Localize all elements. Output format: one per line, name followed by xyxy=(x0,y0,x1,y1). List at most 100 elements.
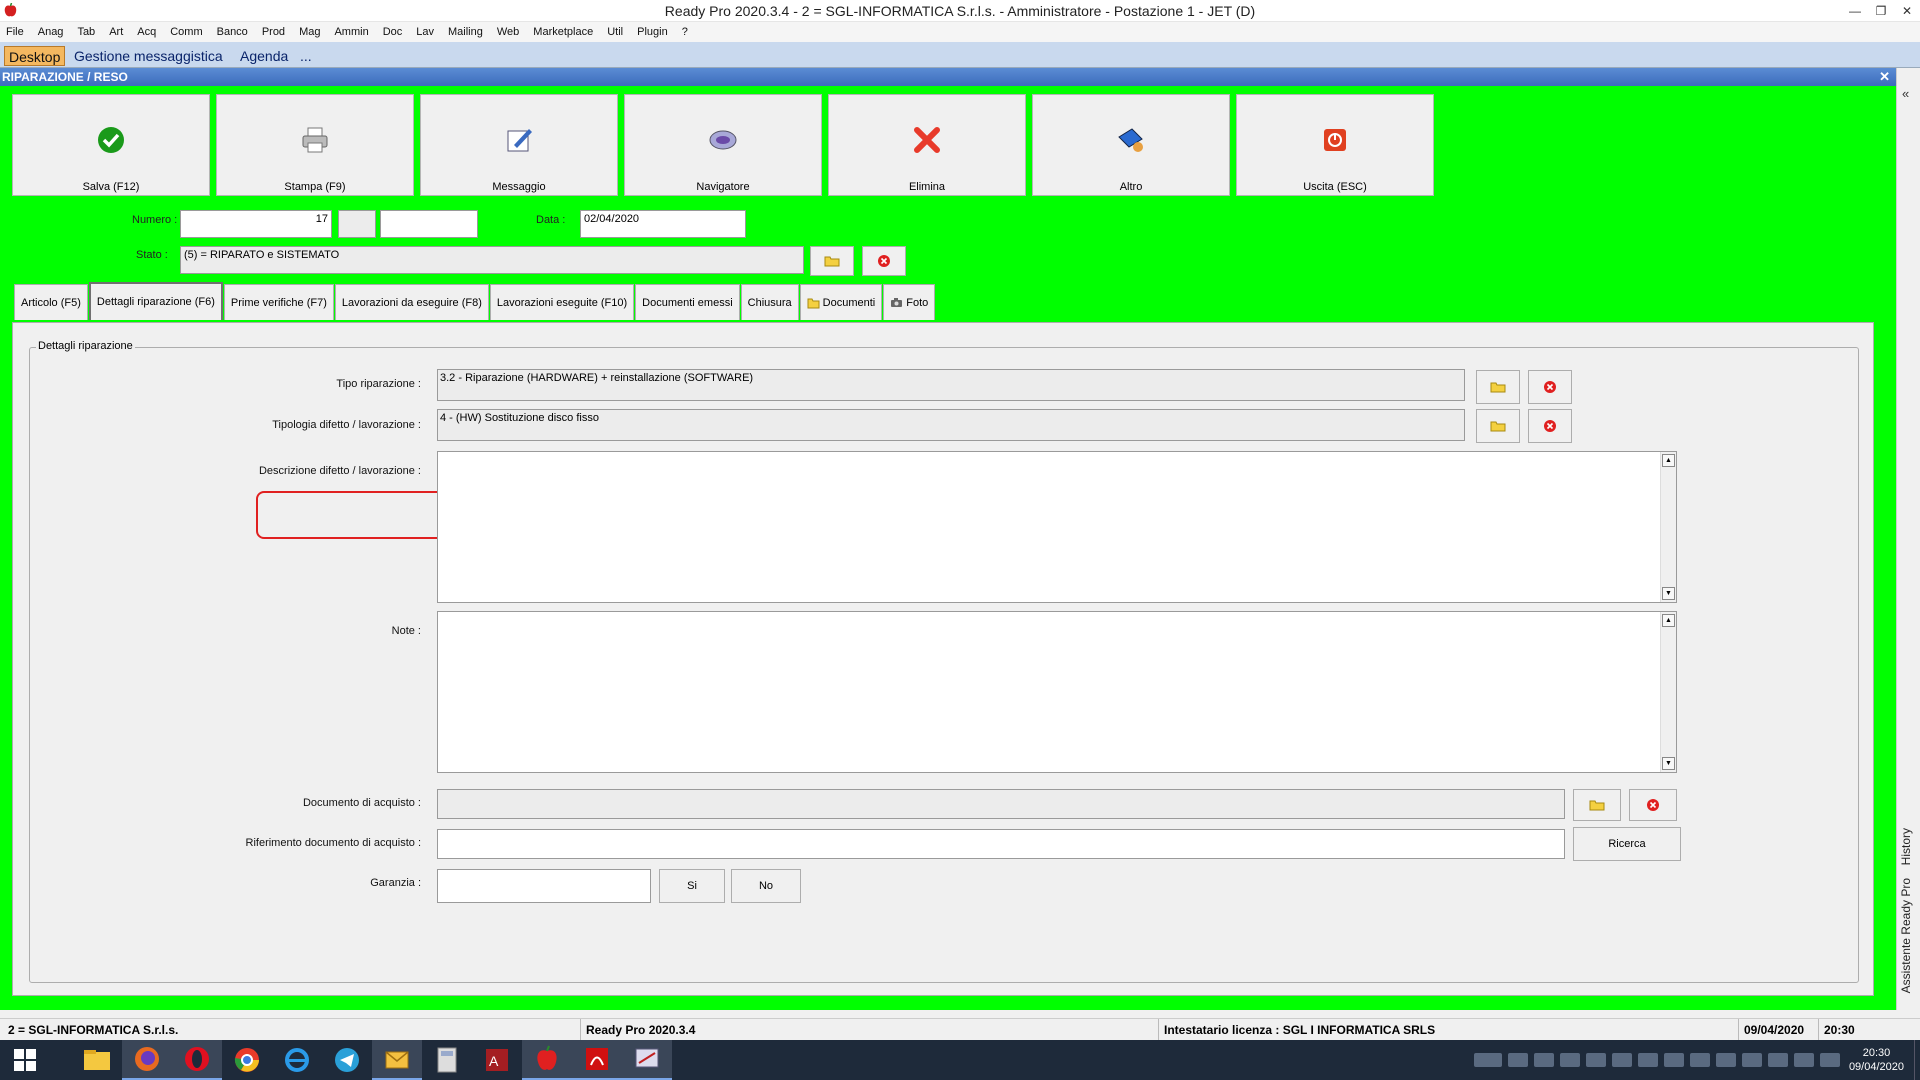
print-button[interactable]: Stampa (F9) xyxy=(216,94,414,196)
restore-icon[interactable]: ❐ xyxy=(1868,0,1894,22)
tab-lavorazioni-da-eseguire[interactable]: Lavorazioni da eseguire (F8) xyxy=(334,284,489,320)
tipo-clear-button[interactable] xyxy=(1528,370,1572,404)
taskbar-mail[interactable] xyxy=(372,1040,422,1080)
menu-doc[interactable]: Doc xyxy=(383,26,403,38)
tab-chiusura[interactable]: Chiusura xyxy=(740,284,799,320)
menu-ammin[interactable]: Ammin xyxy=(334,26,368,38)
scroll-down-icon[interactable]: ▼ xyxy=(1662,587,1675,600)
doc-acquisto-browse-button[interactable] xyxy=(1573,789,1621,821)
tab-documenti[interactable]: Documenti xyxy=(799,284,883,320)
menu-plugin[interactable]: Plugin xyxy=(637,26,668,38)
tab-foto[interactable]: Foto xyxy=(883,284,936,320)
exit-button[interactable]: Uscita (ESC) xyxy=(1236,94,1434,196)
menu-banco[interactable]: Banco xyxy=(217,26,248,38)
tab-more[interactable]: ... xyxy=(296,46,316,66)
stato-clear-button[interactable] xyxy=(862,246,906,276)
menu-mailing[interactable]: Mailing xyxy=(448,26,483,38)
tray-icon[interactable] xyxy=(1741,1053,1762,1067)
menu-comm[interactable]: Comm xyxy=(170,26,202,38)
minimize-icon[interactable]: — xyxy=(1842,0,1868,22)
taskbar-firefox[interactable] xyxy=(122,1040,172,1080)
descrizione-scrollbar[interactable]: ▲ ▼ xyxy=(1660,452,1676,602)
stato-input[interactable]: (5) = RIPARATO e SISTEMATO xyxy=(180,246,804,274)
tab-lavorazioni-eseguite[interactable]: Lavorazioni eseguite (F10) xyxy=(489,284,635,320)
numero-extra-input[interactable] xyxy=(380,210,478,238)
other-button[interactable]: Altro xyxy=(1032,94,1230,196)
delete-button[interactable]: Elimina xyxy=(828,94,1026,196)
garanzia-no-button[interactable]: No xyxy=(731,869,801,903)
taskbar-calculator[interactable] xyxy=(422,1040,472,1080)
menu-file[interactable]: File xyxy=(6,26,24,38)
scroll-up-icon[interactable]: ▲ xyxy=(1662,614,1675,627)
taskbar-chrome[interactable] xyxy=(222,1040,272,1080)
tray-icon[interactable] xyxy=(1559,1053,1580,1067)
stato-browse-button[interactable] xyxy=(810,246,854,276)
clock[interactable]: 20:30 09/04/2020 xyxy=(1849,1046,1904,1074)
tray-icon[interactable] xyxy=(1533,1053,1554,1067)
menu-web[interactable]: Web xyxy=(497,26,519,38)
taskbar-explorer[interactable] xyxy=(72,1040,122,1080)
scroll-up-icon[interactable]: ▲ xyxy=(1662,454,1675,467)
navigator-button[interactable]: Navigatore xyxy=(624,94,822,196)
tab-articolo[interactable]: Articolo (F5) xyxy=(14,284,88,320)
data-input[interactable]: 02/04/2020 xyxy=(580,210,746,238)
tab-documenti-emessi[interactable]: Documenti emessi xyxy=(635,284,740,320)
menu-help[interactable]: ? xyxy=(682,26,688,38)
menu-art[interactable]: Art xyxy=(109,26,123,38)
taskbar-opera[interactable] xyxy=(172,1040,222,1080)
taskbar-access[interactable]: A xyxy=(472,1040,522,1080)
tipologia-browse-button[interactable] xyxy=(1476,409,1520,443)
tray-icon[interactable] xyxy=(1585,1053,1606,1067)
doc-acquisto-clear-button[interactable] xyxy=(1629,789,1677,821)
taskbar-acrobat[interactable] xyxy=(572,1040,622,1080)
menu-util[interactable]: Util xyxy=(607,26,623,38)
collapse-chevron-icon[interactable]: « xyxy=(1902,86,1909,101)
tray-icon[interactable] xyxy=(1689,1053,1710,1067)
tab-agenda[interactable]: Agenda xyxy=(236,46,292,66)
menu-mag[interactable]: Mag xyxy=(299,26,320,38)
tab-desktop[interactable]: Desktop xyxy=(4,46,66,66)
tray-icon[interactable] xyxy=(1611,1053,1632,1067)
tipologia-difetto-input[interactable]: 4 - (HW) Sostituzione disco fisso xyxy=(437,409,1465,441)
flag-icon[interactable] xyxy=(1767,1053,1788,1067)
garanzia-input[interactable] xyxy=(437,869,651,903)
volume-icon[interactable] xyxy=(1819,1053,1840,1067)
menu-anag[interactable]: Anag xyxy=(38,26,64,38)
menu-marketplace[interactable]: Marketplace xyxy=(533,26,593,38)
close-panel-icon[interactable]: ✕ xyxy=(1879,68,1890,86)
network-icon[interactable] xyxy=(1793,1053,1814,1067)
descrizione-textarea[interactable]: ▲ ▼ xyxy=(437,451,1677,603)
note-scrollbar[interactable]: ▲ ▼ xyxy=(1660,612,1676,772)
assistant-tab[interactable]: Assistente Ready Pro xyxy=(1899,878,1913,993)
tab-prime-verifiche[interactable]: Prime verifiche (F7) xyxy=(223,284,334,320)
tray-icon[interactable] xyxy=(1663,1053,1684,1067)
menu-lav[interactable]: Lav xyxy=(416,26,434,38)
tray-icon[interactable] xyxy=(1637,1053,1658,1067)
garanzia-si-button[interactable]: Si xyxy=(659,869,725,903)
note-textarea[interactable]: ▲ ▼ xyxy=(437,611,1677,773)
numero-suffix-input[interactable] xyxy=(338,210,376,238)
taskbar-tool[interactable] xyxy=(622,1040,672,1080)
keyboard-icon[interactable] xyxy=(1473,1053,1502,1067)
start-button[interactable] xyxy=(0,1040,50,1080)
tray-icon[interactable] xyxy=(1507,1053,1528,1067)
doc-acquisto-input[interactable] xyxy=(437,789,1565,819)
menu-acq[interactable]: Acq xyxy=(137,26,156,38)
tray-icon[interactable] xyxy=(1715,1053,1736,1067)
tab-gestione-messaggistica[interactable]: Gestione messaggistica xyxy=(70,46,227,66)
tipo-browse-button[interactable] xyxy=(1476,370,1520,404)
ricerca-button[interactable]: Ricerca xyxy=(1573,827,1681,861)
rif-doc-input[interactable] xyxy=(437,829,1565,859)
close-window-icon[interactable]: ✕ xyxy=(1894,0,1920,22)
tab-dettagli-riparazione[interactable]: Dettagli riparazione (F6) xyxy=(88,282,223,320)
tipo-riparazione-input[interactable]: 3.2 - Riparazione (HARDWARE) + reinstall… xyxy=(437,369,1465,401)
save-button[interactable]: Salva (F12) xyxy=(12,94,210,196)
menu-tab[interactable]: Tab xyxy=(77,26,95,38)
menu-prod[interactable]: Prod xyxy=(262,26,285,38)
message-button[interactable]: Messaggio xyxy=(420,94,618,196)
taskbar-readypro[interactable] xyxy=(522,1040,572,1080)
scroll-down-icon[interactable]: ▼ xyxy=(1662,757,1675,770)
taskbar-telegram[interactable] xyxy=(322,1040,372,1080)
tipologia-clear-button[interactable] xyxy=(1528,409,1572,443)
taskbar-ie[interactable] xyxy=(272,1040,322,1080)
